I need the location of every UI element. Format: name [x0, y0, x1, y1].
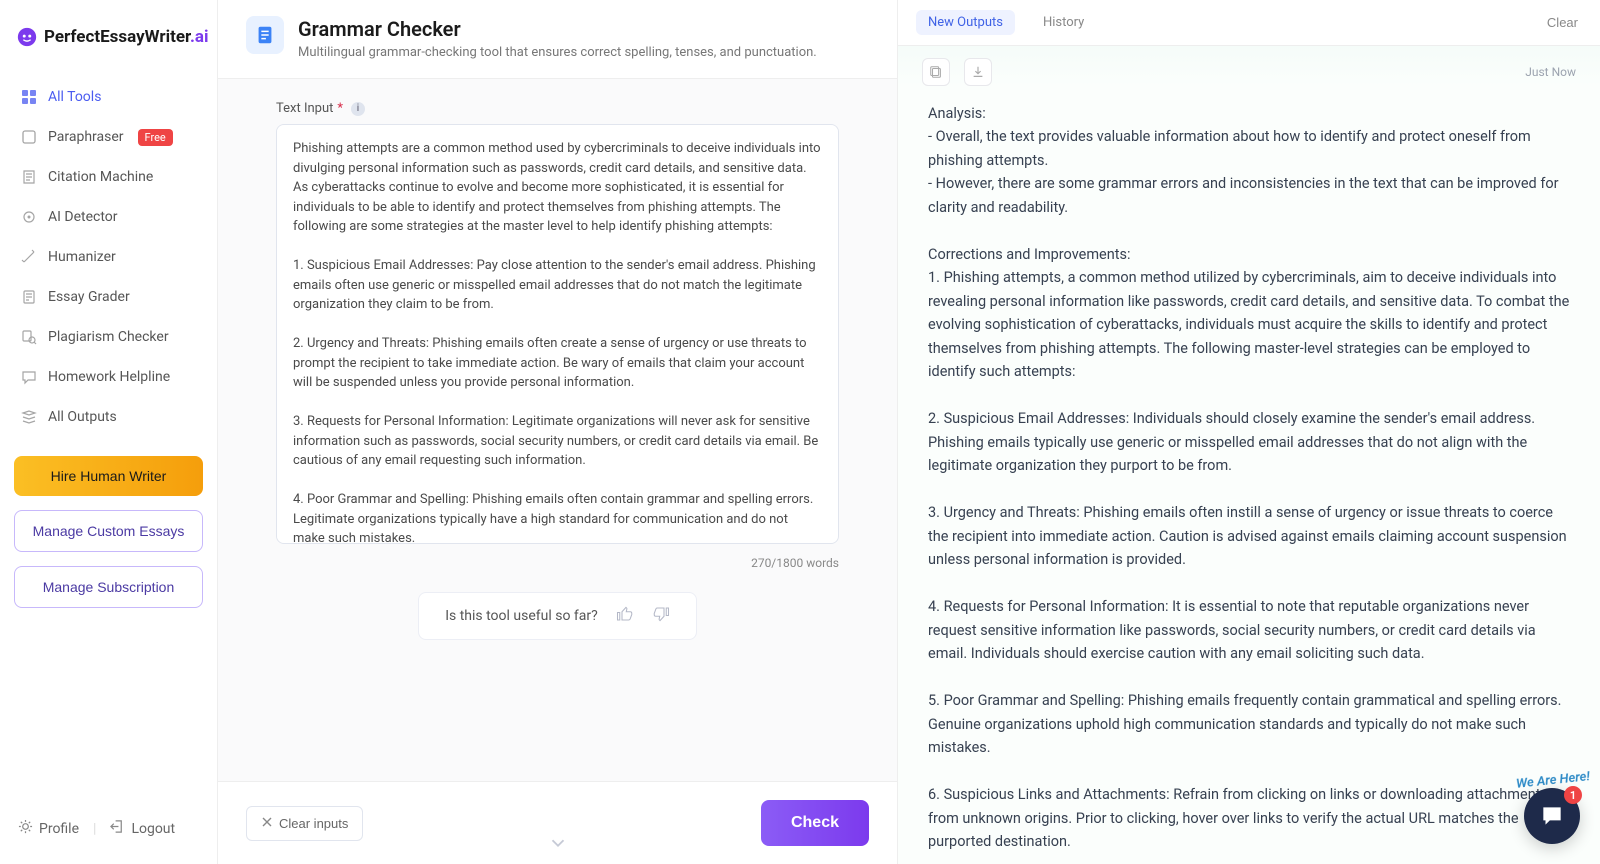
chat-icon — [20, 368, 38, 386]
nav-humanizer[interactable]: Humanizer — [10, 240, 207, 274]
copy-icon[interactable] — [922, 58, 950, 86]
output-tabs: New Outputs History — [916, 10, 1096, 35]
sidebar: PerfectEssayWriter.ai All Tools Paraphra… — [0, 0, 218, 864]
output-timestamp: Just Now — [1525, 65, 1576, 79]
nav-plagiarism[interactable]: Plagiarism Checker — [10, 320, 207, 354]
nav-paraphraser[interactable]: Paraphraser Free — [10, 120, 207, 154]
input-label: Text Input * i — [276, 101, 839, 116]
nav-label: Essay Grader — [48, 289, 130, 305]
brand-text: PerfectEssayWriter.ai — [44, 27, 208, 47]
cite-icon — [20, 168, 38, 186]
outputs-panel: New Outputs History Clear Just Now Analy… — [898, 0, 1600, 864]
output-area: Just Now Analysis: - Overall, the text p… — [898, 46, 1600, 864]
input-label-text: Text Input — [276, 101, 333, 116]
nav-label: Homework Helpline — [48, 369, 170, 385]
nav-label: Plagiarism Checker — [48, 329, 169, 345]
brand-icon — [16, 26, 38, 48]
nav-label: All Outputs — [48, 409, 117, 425]
nav-all-tools[interactable]: All Tools — [10, 80, 207, 114]
manage-essays-button[interactable]: Manage Custom Essays — [14, 510, 203, 552]
nav-label: AI Detector — [48, 209, 118, 225]
tool-title-block: Grammar Checker Multilingual grammar-che… — [298, 16, 817, 60]
logout-icon — [110, 819, 125, 838]
hire-writer-button[interactable]: Hire Human Writer — [14, 456, 203, 496]
search-doc-icon — [20, 328, 38, 346]
manage-subscription-button[interactable]: Manage Subscription — [14, 566, 203, 608]
nav-homework[interactable]: Homework Helpline — [10, 360, 207, 394]
tab-history[interactable]: History — [1031, 10, 1096, 35]
feedback-bar: Is this tool useful so far? — [418, 592, 697, 640]
free-badge: Free — [138, 129, 173, 146]
sidebar-actions: Hire Human Writer Manage Custom Essays M… — [10, 456, 207, 608]
tool-subtitle: Multilingual grammar-checking tool that … — [298, 45, 817, 60]
sidebar-nav: All Tools Paraphraser Free Citation Mach… — [10, 80, 207, 434]
chevron-down-icon[interactable] — [547, 832, 569, 858]
tab-new-outputs[interactable]: New Outputs — [916, 10, 1015, 35]
sidebar-footer: Profile | Logout — [10, 809, 207, 848]
outputs-header: New Outputs History Clear — [898, 0, 1600, 46]
wand-icon — [20, 248, 38, 266]
tool-panel: Grammar Checker Multilingual grammar-che… — [218, 0, 898, 864]
text-input[interactable] — [276, 124, 839, 544]
brand-logo[interactable]: PerfectEssayWriter.ai — [10, 16, 207, 70]
download-icon[interactable] — [964, 58, 992, 86]
nav-label: Humanizer — [48, 249, 116, 265]
tool-header: Grammar Checker Multilingual grammar-che… — [218, 0, 897, 79]
info-icon[interactable]: i — [351, 102, 365, 116]
stack-icon — [20, 408, 38, 426]
document-icon — [246, 16, 284, 54]
gear-icon — [18, 819, 33, 838]
profile-link[interactable]: Profile — [18, 819, 79, 838]
nav-essay-grader[interactable]: Essay Grader — [10, 280, 207, 314]
nav-all-outputs[interactable]: All Outputs — [10, 400, 207, 434]
output-toolbar: Just Now — [898, 46, 1600, 92]
chat-bubble[interactable]: 1 — [1524, 788, 1580, 844]
nav-label: Paraphraser — [48, 129, 124, 145]
sparkle-icon — [20, 128, 38, 146]
tool-title: Grammar Checker — [298, 16, 817, 42]
chat-badge: 1 — [1564, 786, 1582, 804]
thumbs-up-icon[interactable] — [616, 605, 634, 627]
divider: | — [93, 821, 96, 837]
clear-inputs-label: Clear inputs — [279, 816, 348, 831]
word-count: 270/1800 words — [276, 556, 839, 570]
thumbs-down-icon[interactable] — [652, 605, 670, 627]
clear-inputs-button[interactable]: Clear inputs — [246, 806, 363, 841]
tool-body: Text Input * i 270/1800 words Is this too… — [218, 79, 897, 781]
nav-citation[interactable]: Citation Machine — [10, 160, 207, 194]
feedback-prompt: Is this tool useful so far? — [445, 608, 598, 624]
app-root: PerfectEssayWriter.ai All Tools Paraphra… — [0, 0, 1600, 864]
grid-icon — [20, 88, 38, 106]
scan-icon — [20, 208, 38, 226]
logout-label: Logout — [131, 821, 175, 837]
nav-label: All Tools — [48, 89, 101, 105]
output-text: Analysis: - Overall, the text provides v… — [898, 92, 1600, 864]
check-button[interactable]: Check — [761, 800, 869, 846]
profile-label: Profile — [39, 821, 79, 837]
nav-label: Citation Machine — [48, 169, 153, 185]
nav-ai-detector[interactable]: AI Detector — [10, 200, 207, 234]
grade-icon — [20, 288, 38, 306]
clear-outputs-button[interactable]: Clear — [1547, 15, 1578, 30]
required-asterisk: * — [337, 101, 343, 116]
x-icon — [261, 816, 273, 831]
logout-link[interactable]: Logout — [110, 819, 175, 838]
